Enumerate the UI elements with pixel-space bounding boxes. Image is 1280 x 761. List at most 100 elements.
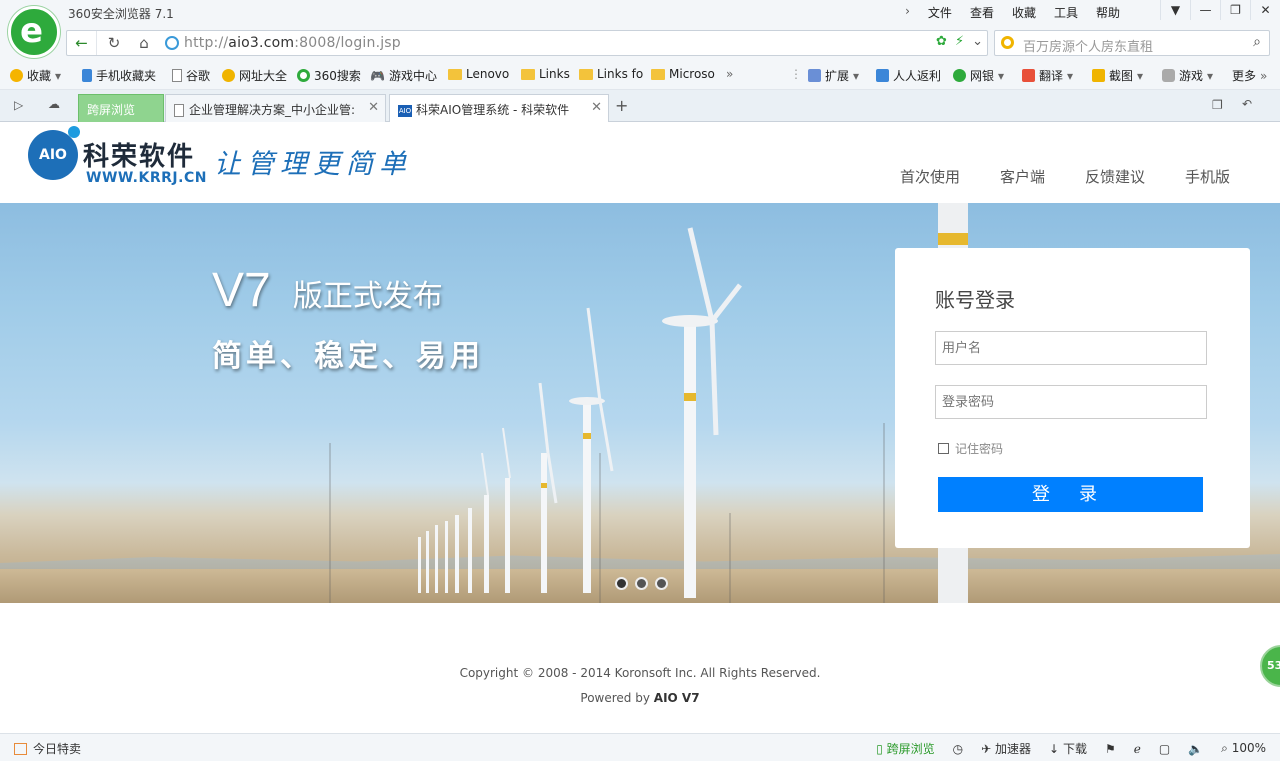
fav-links[interactable]: Links — [521, 67, 570, 81]
flag-icon[interactable]: ⚑ — [1105, 742, 1116, 756]
tab-enterprise[interactable]: 企业管理解决方案_中小企业管: ✕ — [165, 94, 386, 122]
menu-help[interactable]: 帮助 — [1096, 4, 1120, 21]
ext-screenshot[interactable]: 截图 ▾ — [1092, 67, 1143, 84]
hero-subline: 简单、稳定、易用 — [212, 339, 484, 374]
menu-favorites[interactable]: 收藏 — [1012, 4, 1036, 21]
ext-more[interactable]: 更多» — [1232, 67, 1267, 84]
back-button[interactable]: ← — [67, 31, 97, 55]
tab-cross-screen[interactable]: 跨屏浏览 — [78, 94, 164, 122]
brand-logo[interactable]: AIO — [28, 126, 80, 180]
fav-360search[interactable]: 360搜索 — [297, 67, 361, 84]
search-box[interactable]: 百万房源个人房东直租 ⌕ — [994, 30, 1270, 56]
maximize-button[interactable]: ❐ — [1220, 0, 1250, 20]
ext-bank[interactable]: 网银 ▾ — [953, 67, 1004, 84]
remember-password[interactable]: 记住密码 — [938, 440, 1003, 457]
more-favorites-icon[interactable]: » — [726, 67, 733, 81]
url-tools: ✿ ⚡ ⌄ — [936, 34, 983, 49]
chevron-down-icon: ▾ — [1207, 68, 1214, 83]
fav-microsoft[interactable]: Microso — [651, 67, 715, 81]
home-button[interactable]: ⌂ — [129, 31, 159, 55]
fav-mobile[interactable]: 手机收藏夹 — [82, 67, 156, 84]
login-button[interactable]: 登 录 — [938, 477, 1203, 512]
brand-url: WWW.KRRJ.CN — [86, 170, 207, 186]
volume-icon[interactable]: 🔈 — [1188, 742, 1203, 756]
status-tools: ▯ 跨屏浏览 ◷ ✈ 加速器 ↓ 下载 ⚑ ℯ ▢ 🔈 ⌕ 100% — [876, 740, 1266, 757]
web-icon — [222, 69, 235, 82]
logo-dot-icon — [68, 126, 80, 138]
hero-headline: V7 版正式发布 — [212, 263, 443, 318]
more-icon: » — [1260, 68, 1268, 83]
tab-list-icon[interactable]: ❐ — [1212, 98, 1223, 112]
nav-client[interactable]: 客户端 — [1000, 166, 1045, 187]
download-status[interactable]: ↓ 下载 — [1049, 740, 1087, 757]
browser-logo[interactable]: e — [8, 6, 60, 58]
close-button[interactable]: ✕ — [1250, 0, 1280, 20]
ext-translate[interactable]: 翻译 ▾ — [1022, 67, 1073, 84]
security-icon[interactable]: ✿ — [936, 34, 947, 49]
search-icon[interactable]: ⌕ — [1253, 34, 1261, 50]
site-nav: 首次使用 客户端 反馈建议 手机版 — [900, 166, 1230, 187]
cloud-icon[interactable]: ☁ — [48, 97, 60, 111]
chevron-down-icon: ▾ — [853, 68, 860, 83]
folder-icon — [521, 68, 535, 80]
fav-lenovo[interactable]: Lenovo — [448, 67, 509, 81]
close-tab-icon[interactable]: ✕ — [368, 100, 379, 115]
daily-deals[interactable]: 今日特卖 — [14, 740, 81, 757]
favorites-bar: 收藏 ▾ 手机收藏夹 谷歌 网址大全 360搜索 🎮 游戏中心 Lenovo Lin… — [0, 60, 1280, 90]
refresh-button[interactable]: ↻ — [99, 31, 129, 55]
username-input[interactable] — [935, 331, 1207, 365]
login-title: 账号登录 — [935, 288, 1015, 312]
status-bar: 今日特卖 ▯ 跨屏浏览 ◷ ✈ 加速器 ↓ 下载 ⚑ ℯ ▢ 🔈 ⌕ 100% — [0, 733, 1280, 761]
browser-menu: › 文件 查看 收藏 工具 帮助 — [905, 4, 1120, 21]
carousel-dot[interactable] — [655, 577, 668, 590]
fav-sites[interactable]: 网址大全 — [222, 67, 287, 84]
undo-close-icon[interactable]: ↶ — [1242, 97, 1252, 111]
menu-file[interactable]: 文件 — [928, 4, 952, 21]
fav-google[interactable]: 谷歌 — [172, 67, 210, 84]
fav-collect[interactable]: 收藏 ▾ — [10, 67, 61, 84]
powered-by: Powered by AIO V7 — [580, 691, 700, 705]
password-input[interactable] — [935, 385, 1207, 419]
ext-games[interactable]: 游戏 ▾ — [1162, 67, 1213, 84]
remember-checkbox[interactable] — [938, 443, 949, 454]
chevron-down-icon: ▾ — [1067, 68, 1074, 83]
fav-links-for[interactable]: Links fo — [579, 67, 643, 81]
copyright: Copyright © 2008 - 2014 Koronsoft Inc. A… — [459, 666, 821, 680]
tab-bar: ▷ ☁ 跨屏浏览 企业管理解决方案_中小企业管: ✕ AIO 科荣AIO管理系统 -… — [0, 90, 1280, 123]
chevron-right-icon[interactable]: › — [905, 4, 910, 21]
phone-icon: ▯ — [876, 742, 883, 756]
speed-icon[interactable]: ◷ — [953, 742, 963, 756]
menu-tools[interactable]: 工具 — [1054, 4, 1078, 21]
ext-extensions[interactable]: 扩展 ▾ — [808, 67, 859, 84]
menu-view[interactable]: 查看 — [970, 4, 994, 21]
zoom-status[interactable]: ⌕ 100% — [1221, 741, 1266, 756]
star-icon — [10, 69, 23, 82]
speed-mode-icon[interactable]: ⚡ — [955, 34, 964, 49]
search-input[interactable]: 百万房源个人房东直租 — [1023, 36, 1153, 55]
ext-rebate[interactable]: 人人返利 — [876, 67, 941, 84]
ie-icon[interactable]: ℯ — [1134, 742, 1141, 756]
tab-aio[interactable]: AIO 科荣AIO管理系统 - 科荣软件 ✕ — [389, 94, 609, 123]
game-icon — [1162, 69, 1175, 82]
scissors-icon — [1092, 69, 1105, 82]
window-icon[interactable]: ▢ — [1159, 742, 1170, 756]
cross-screen-status[interactable]: ▯ 跨屏浏览 — [876, 740, 934, 757]
dropdown-icon[interactable]: ⌄ — [972, 34, 983, 49]
fav-games[interactable]: 🎮 游戏中心 — [370, 67, 437, 84]
nav-first-use[interactable]: 首次使用 — [900, 166, 960, 187]
search-engine-icon[interactable] — [1001, 36, 1014, 49]
carousel-dot[interactable] — [615, 577, 628, 590]
url-input[interactable]: http://aio3.com:8008/login.jsp — [184, 35, 401, 51]
new-tab-button[interactable]: + — [615, 96, 628, 115]
skin-icon[interactable]: ▼ — [1160, 0, 1190, 20]
translate-icon — [1022, 69, 1035, 82]
chevron-down-icon: ▾ — [998, 68, 1005, 83]
nav-feedback[interactable]: 反馈建议 — [1085, 166, 1145, 187]
carousel-dot[interactable] — [635, 577, 648, 590]
sidebar-toggle-icon[interactable]: ▷ — [14, 98, 23, 112]
accelerator-status[interactable]: ✈ 加速器 — [981, 740, 1031, 757]
close-tab-icon[interactable]: ✕ — [591, 100, 602, 115]
nav-mobile[interactable]: 手机版 — [1185, 166, 1230, 187]
minimize-button[interactable]: — — [1190, 0, 1220, 20]
page-info-icon[interactable] — [165, 36, 179, 50]
